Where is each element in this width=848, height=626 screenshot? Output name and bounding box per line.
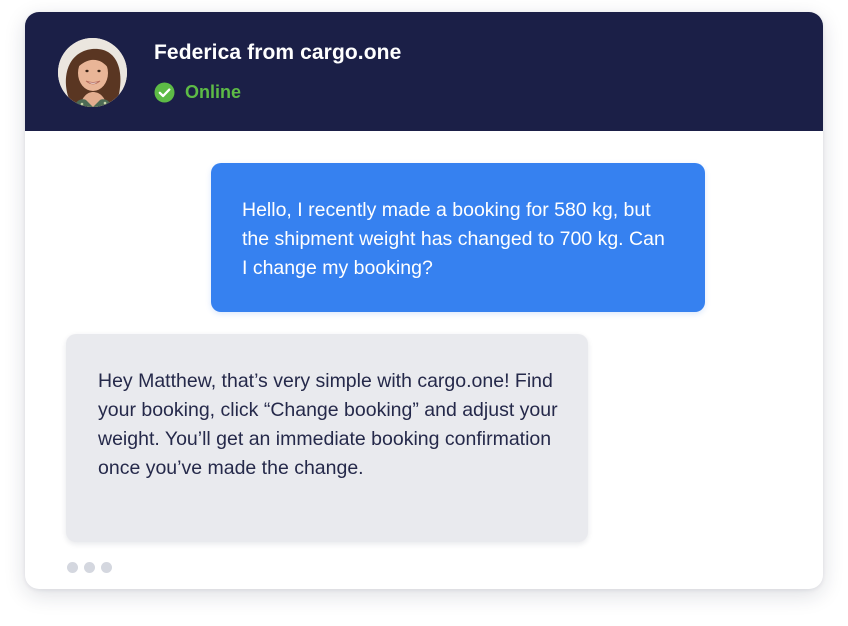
check-circle-icon (154, 82, 175, 103)
chat-header: Federica from cargo.one Online (25, 12, 823, 131)
agent-name: Federica from cargo.one (154, 41, 402, 64)
typing-dot (84, 562, 95, 573)
typing-dot (67, 562, 78, 573)
user-message-bubble: Hello, I recently made a booking for 580… (211, 163, 705, 312)
agent-message-bubble: Hey Matthew, that’s very simple with car… (66, 334, 588, 542)
status-label: Online (185, 81, 242, 102)
chat-window: Federica from cargo.one Online Hello, I … (25, 12, 823, 589)
status-indicator: Online (154, 81, 241, 103)
user-message-text: Hello, I recently made a booking for 580… (242, 199, 665, 279)
agent-avatar (58, 38, 127, 107)
agent-message-text: Hey Matthew, that’s very simple with car… (98, 370, 558, 479)
typing-dot (101, 562, 112, 573)
typing-dots-icon (67, 562, 112, 573)
